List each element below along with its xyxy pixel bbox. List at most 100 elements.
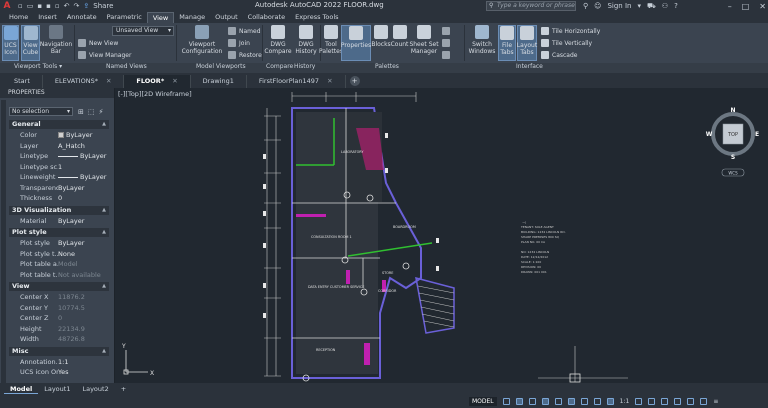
tool-palettes-button[interactable]: Tool Palettes xyxy=(319,25,343,61)
property-value[interactable]: ByLayer xyxy=(58,172,109,182)
cart-icon[interactable]: ⛟ xyxy=(647,2,656,11)
doc-tab-2[interactable]: FLOOR* ✕ xyxy=(124,75,191,88)
property-row[interactable]: Height 22134.9 xyxy=(9,324,109,334)
property-row[interactable]: Plot table t... Not available xyxy=(9,270,109,280)
workspace-icon[interactable] xyxy=(635,397,643,405)
property-row[interactable]: Lineweight ByLayer xyxy=(9,172,109,182)
help-icon[interactable]: ? xyxy=(674,2,678,10)
property-row[interactable]: Center Y 10774.5 xyxy=(9,303,109,313)
ortho-toggle-icon[interactable] xyxy=(528,397,536,405)
save-icon[interactable]: ▪ xyxy=(37,2,42,10)
blocks-button[interactable]: Blocks xyxy=(371,25,391,61)
select-objects-icon[interactable]: ⬚ xyxy=(88,108,95,116)
doc-tab-4[interactable]: FirstFloorPlan1497 ✕ xyxy=(247,75,346,88)
section-misc[interactable]: Misc xyxy=(9,346,109,356)
property-row[interactable]: Plot table a...Model xyxy=(9,259,109,269)
property-value[interactable]: Model xyxy=(58,259,109,269)
property-row[interactable]: Plot style t... None xyxy=(9,249,109,259)
property-row[interactable]: Linetype ByLayer xyxy=(9,151,109,161)
tab-view[interactable]: View xyxy=(146,12,175,23)
property-value[interactable]: Yes xyxy=(58,367,109,377)
tab-annotate[interactable]: Annotate xyxy=(62,12,102,23)
tile-horizontally-button[interactable]: Tile Horizontally xyxy=(541,27,600,35)
tab-parametric[interactable]: Parametric xyxy=(102,12,147,23)
doc-tab-0[interactable]: Start xyxy=(2,75,43,88)
add-layout-button[interactable]: + xyxy=(115,384,132,394)
tab-insert[interactable]: Insert xyxy=(33,12,62,23)
property-row[interactable]: Center X 11876.2 xyxy=(9,292,109,302)
tile-vertically-button[interactable]: Tile Vertically xyxy=(541,39,592,47)
section-view[interactable]: View xyxy=(9,282,109,291)
help-search-icon[interactable]: ⚲ xyxy=(583,2,588,10)
property-row[interactable]: Color ByLayer xyxy=(9,130,109,140)
dwg-compare-button[interactable]: DWG Compare xyxy=(264,25,292,61)
snap-toggle-icon[interactable] xyxy=(515,397,523,405)
properties-button[interactable]: Properties xyxy=(341,25,371,61)
lineweight-toggle-icon[interactable] xyxy=(580,397,588,405)
tab-express-tools[interactable]: Express Tools xyxy=(290,12,343,23)
open-file-icon[interactable]: ▭ xyxy=(27,2,34,10)
toggle-pickadd-icon[interactable]: ⊞ xyxy=(78,108,84,116)
restore-button[interactable]: Restore xyxy=(228,51,262,59)
property-value[interactable]: ByLayer xyxy=(58,216,109,226)
close-tab-icon[interactable]: ✕ xyxy=(172,77,177,85)
viewport-config-button[interactable]: Viewport Configuration xyxy=(180,25,224,61)
more-palettes-icon-2[interactable] xyxy=(442,39,450,47)
customize-status-icon[interactable]: ≡ xyxy=(713,398,718,405)
annotation-visibility-icon[interactable] xyxy=(606,397,614,405)
save-as-icon[interactable]: ▪ xyxy=(46,2,51,10)
isodraft-toggle-icon[interactable] xyxy=(554,397,562,405)
property-row[interactable]: UCS icon On Yes xyxy=(9,367,109,377)
grid-toggle-icon[interactable] xyxy=(502,397,510,405)
dwg-history-button[interactable]: DWG History xyxy=(293,25,319,61)
count-button[interactable]: Count xyxy=(391,25,408,61)
selection-cycling-icon[interactable] xyxy=(593,397,601,405)
tab-collaborate[interactable]: Collaborate xyxy=(243,12,290,23)
new-view-button[interactable]: New View xyxy=(78,39,118,47)
signin-chevron-icon[interactable]: ▾ xyxy=(637,2,641,10)
viewcube[interactable]: TOP N S W E WCS xyxy=(706,107,759,177)
tab-manage[interactable]: Manage xyxy=(174,12,210,23)
close-icon[interactable]: ✕ xyxy=(759,2,766,11)
search-input[interactable]: ⚲ Type a keyword or phrase xyxy=(486,1,576,11)
autocad-logo[interactable]: A xyxy=(0,0,14,12)
tab-home[interactable]: Home xyxy=(4,12,33,23)
tab-output[interactable]: Output xyxy=(210,12,243,23)
minimize-icon[interactable]: – xyxy=(728,2,732,11)
property-value[interactable]: ByLayer xyxy=(58,238,109,248)
named-viewports-button[interactable]: Named xyxy=(228,27,261,35)
property-value[interactable]: ByLayer xyxy=(58,151,109,161)
undo-icon[interactable]: ↶ xyxy=(64,2,70,10)
more-palettes-icon-3[interactable] xyxy=(442,51,450,59)
share-icon[interactable]: ⇪ xyxy=(83,2,89,10)
close-tab-icon[interactable]: ✕ xyxy=(106,77,111,85)
property-row[interactable]: TransparencyByLayer xyxy=(9,183,109,193)
annotation-scale[interactable]: 1:1 xyxy=(620,398,630,405)
share-button[interactable]: Share xyxy=(93,2,113,10)
property-value[interactable]: None xyxy=(58,249,109,259)
named-view-dropdown[interactable]: Unsaved View xyxy=(112,26,174,36)
units-icon[interactable] xyxy=(648,397,656,405)
section-plot-style[interactable]: Plot style xyxy=(9,228,109,237)
property-value[interactable]: 1 xyxy=(58,162,109,172)
switch-windows-button[interactable]: Switch Windows xyxy=(468,25,496,61)
maximize-icon[interactable]: □ xyxy=(742,2,750,11)
palette-title-strip[interactable] xyxy=(1,100,6,383)
property-value[interactable]: 1:1 xyxy=(58,357,109,367)
more-palettes-icon[interactable] xyxy=(442,27,450,35)
selection-dropdown[interactable]: No selection xyxy=(9,107,73,116)
new-file-icon[interactable]: ▫ xyxy=(18,2,23,10)
file-tabs-button[interactable]: File Tabs xyxy=(498,25,516,61)
drawing-canvas[interactable]: LABORATORY CONSULTATION ROOM 1 BOARDROOM… xyxy=(116,88,768,383)
property-row[interactable]: Linetype sc...1 xyxy=(9,162,109,172)
property-value[interactable]: 0 xyxy=(58,313,109,323)
property-row[interactable]: Annotation... 1:1 xyxy=(9,357,109,367)
doc-tab-1[interactable]: ELEVATIONS* ✕ xyxy=(43,75,125,88)
sheet-set-button[interactable]: Sheet Set Manager xyxy=(409,25,439,61)
new-tab-button[interactable]: + xyxy=(349,76,360,86)
join-button[interactable]: Join xyxy=(228,39,250,47)
property-value[interactable]: 22134.9 xyxy=(58,324,109,334)
property-value[interactable]: 11876.2 xyxy=(58,292,109,302)
signin-button[interactable]: Sign In xyxy=(607,2,631,10)
ucs-icon-button[interactable]: UCS Icon xyxy=(2,25,19,61)
